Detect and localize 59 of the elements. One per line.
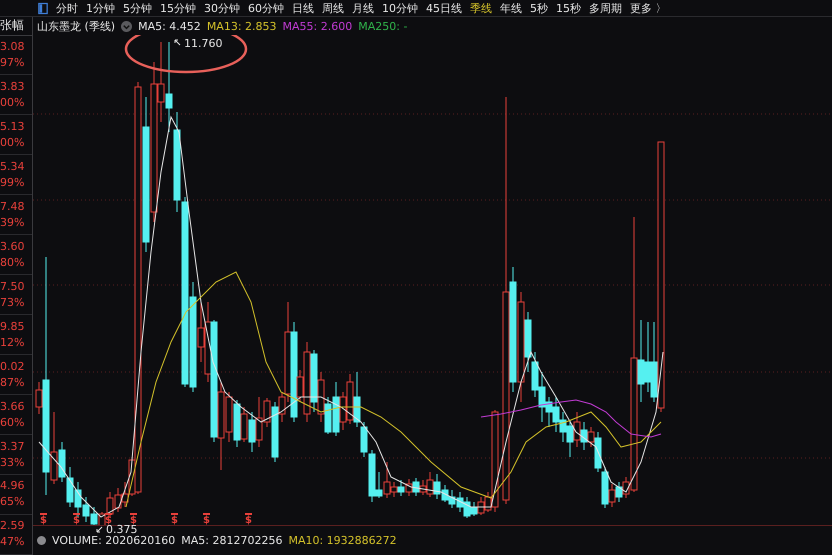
axis-price: 3.37 (0, 438, 26, 455)
period-tab[interactable]: 月线 (352, 0, 374, 16)
period-tab[interactable]: 分时 (56, 0, 78, 16)
volume-indicator: VOLUME: 2020620160 (52, 534, 176, 547)
axis-percent: 87% (0, 374, 26, 391)
axis-percent: 73% (0, 294, 26, 311)
axis-price: 9.85 (0, 318, 26, 335)
period-tab[interactable]: 5分钟 (123, 0, 152, 16)
period-tab[interactable]: 10分钟 (382, 0, 418, 16)
axis-price: 4.96 (0, 478, 26, 494)
axis-percent: 33% (0, 454, 26, 471)
period-tab[interactable]: 15秒 (556, 0, 581, 16)
axis-price: 3.66 (0, 398, 26, 415)
axis-percent: 97% (0, 55, 26, 71)
axis-price: 5.34 (0, 158, 26, 175)
period-tab[interactable]: 更多 〉 (630, 0, 666, 16)
axis-percent: 12% (0, 334, 26, 351)
period-tab[interactable]: 日线 (292, 0, 314, 16)
period-tab[interactable]: 15分钟 (160, 0, 196, 16)
period-tab[interactable]: 5秒 (530, 0, 548, 16)
axis-price: 5.13 (0, 118, 26, 135)
axis-price: 3.60 (0, 238, 26, 255)
period-tab[interactable]: 45日线 (426, 0, 462, 16)
axis-price: 7.48 (0, 198, 26, 215)
axis-price: 0.02 (0, 358, 26, 375)
axis-percent: 00% (0, 134, 26, 151)
chart-title: 山东墨龙 (季线) (37, 18, 116, 34)
ma-indicator: MA5: 4.452 (138, 20, 201, 32)
axis-header: 张幅 (0, 17, 24, 34)
pointer-arrow-icon (174, 39, 181, 46)
axis-percent: 00% (0, 94, 26, 111)
pointer-arrow-icon (96, 526, 103, 533)
period-tab[interactable]: 60分钟 (248, 0, 284, 16)
axis-price: 7.50 (0, 278, 26, 295)
axis-percent: 60% (0, 414, 26, 431)
axis-percent: 39% (0, 214, 26, 231)
period-tab[interactable]: 季线 (470, 0, 492, 16)
period-tab[interactable]: 30分钟 (204, 0, 240, 16)
dropdown-icon[interactable] (121, 20, 132, 32)
period-tab[interactable]: 周线 (322, 0, 344, 16)
volume-indicator: MA5: 2812702256 (181, 534, 282, 547)
period-tab[interactable]: 1分钟 (86, 0, 115, 16)
axis-percent: 80% (0, 254, 26, 271)
axis-price: 2.59 (0, 518, 26, 534)
axis-price: 3.83 (0, 78, 26, 95)
low-price-label: 0.375 (106, 523, 138, 536)
volume-indicator: MA10: 1932886272 (288, 534, 397, 547)
period-tab[interactable]: 年线 (500, 0, 522, 16)
axis-percent: 47% (0, 534, 26, 550)
axis-price: 3.08 (0, 39, 26, 55)
panel-icon[interactable] (38, 2, 48, 14)
period-tab[interactable]: 多周期 (589, 0, 622, 16)
axis-percent: 65% (0, 494, 26, 510)
ma-indicator: MA250: - (358, 20, 408, 32)
volume-toggle-icon[interactable] (37, 536, 46, 545)
ma-indicator: MA55: 2.600 (282, 20, 352, 32)
axis-percent: 99% (0, 174, 26, 191)
high-price-label: 11.760 (184, 37, 222, 50)
ma-indicator: MA13: 2.853 (206, 20, 277, 32)
